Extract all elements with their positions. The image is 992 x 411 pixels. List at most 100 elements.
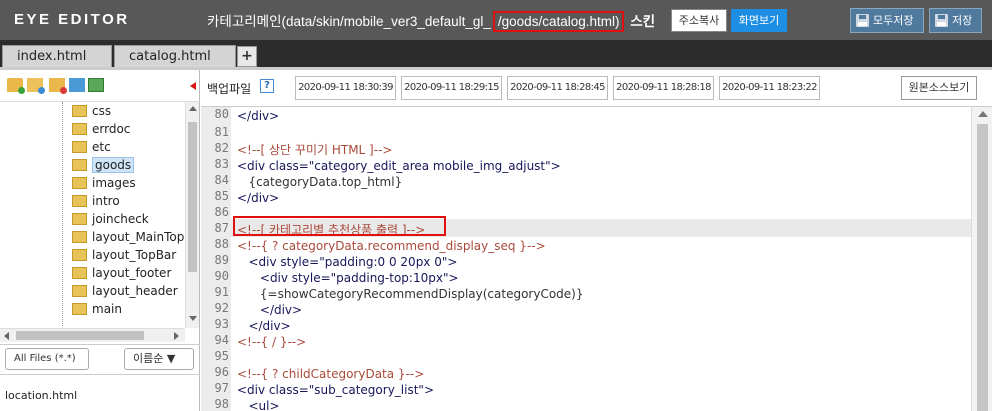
tab-catalog-html[interactable]: catalog.html [114,45,236,68]
scroll-thumb[interactable] [16,331,144,340]
tree-vertical-scrollbar[interactable] [185,102,199,328]
line-number: 90 [214,269,229,283]
view-screen-button[interactable]: 화면보기 [731,9,787,32]
upload-icon[interactable] [88,78,104,92]
editor-vertical-scrollbar[interactable] [971,107,992,411]
line-number: 89 [214,253,229,267]
save-all-label: 모두저장 [873,14,914,27]
app-title: EYE EDITOR [14,11,130,28]
code-editor[interactable]: 80 81 82 83 84 85 86 87 88 89 90 91 92 9… [201,107,992,411]
line-number: 80 [214,107,229,121]
folder-icon [72,105,87,117]
folder-icon [72,213,87,225]
backup-label: 백업파일 [207,82,252,96]
line-number: 91 [214,285,229,299]
new-folder-icon[interactable] [7,78,25,94]
line-number: 97 [214,381,229,395]
file-path-prefix: 카테고리메인(data/skin/mobile_ver3_default_gl_ [207,14,491,29]
new-file-icon[interactable] [27,78,45,94]
tree-item-layout-topbar[interactable]: layout_TopBar [72,246,176,264]
tree-horizontal-scrollbar[interactable] [0,328,185,342]
folder-icon [72,231,87,243]
line-number: 84 [214,173,229,187]
line-number: 86 [214,205,229,219]
folder-icon [72,267,87,279]
folder-icon [72,195,87,207]
folder-icon [72,123,87,135]
scroll-up-icon[interactable] [189,106,197,111]
file-path-suffix: 스킨 [626,14,656,29]
tree-item-joincheck[interactable]: joincheck [72,210,149,228]
folder-icon [72,141,87,153]
line-number: 85 [214,189,229,203]
backup-entry[interactable]: 2020-09-11 18:30:39 [295,76,396,100]
file-browser: css errdoc etc goods images intro joinch… [0,70,200,411]
line-number: 81 [214,125,229,139]
line-gutter: 80 81 82 83 84 85 86 87 88 89 90 91 92 9… [201,107,231,411]
code-line[interactable]: <ul> [237,397,279,411]
floppy-icon [935,14,948,27]
tree-guide-line [62,102,63,326]
backup-bar: 백업파일 ? 2020-09-11 18:30:39 2020-09-11 18… [201,70,992,107]
view-original-button[interactable]: 원본소스보기 [901,76,977,100]
folder-icon [72,249,87,261]
tree-item-errdoc[interactable]: errdoc [72,120,130,138]
tree-item-css[interactable]: css [72,102,111,120]
folder-icon [72,285,87,297]
folder-icon [72,177,87,189]
collapse-arrow-icon[interactable] [190,82,196,90]
sort-select[interactable]: 이름순 ▼ [124,348,194,370]
highlighted-comment-box [233,216,446,236]
code-line[interactable]: <!--{ / }--> [237,333,306,351]
save-label: 저장 [952,14,973,27]
add-tab-button[interactable]: + [237,46,257,67]
file-list: location.html [0,374,200,411]
save-button[interactable]: 저장 [929,8,982,33]
copy-address-button[interactable]: 주소복사 [671,9,727,32]
file-toolbar [0,70,200,102]
tab-bar: index.html catalog.html + [0,40,992,68]
file-path-highlight: /goods/catalog.html) [492,11,625,32]
tree-item-layout-maintop[interactable]: layout_MainTopI [72,228,188,246]
floppy-icon [856,14,869,27]
refresh-icon[interactable] [69,78,85,92]
line-number: 87 [214,221,229,235]
tree-item-layout-footer[interactable]: layout_footer [72,264,171,282]
line-number: 93 [214,317,229,331]
scroll-thumb[interactable] [977,124,988,411]
save-all-button[interactable]: 모두저장 [850,8,924,33]
scroll-left-icon[interactable] [4,332,9,340]
line-number: 96 [214,365,229,379]
scroll-down-icon[interactable] [189,316,197,321]
tree-item-layout-header[interactable]: layout_header [72,282,178,300]
line-number: 95 [214,349,229,363]
scroll-up-icon[interactable] [978,111,988,117]
line-number: 94 [214,333,229,347]
help-icon[interactable]: ? [260,79,274,93]
tree-item-goods[interactable]: goods [72,156,135,174]
file-item-location-html[interactable]: location.html [5,389,77,402]
file-path: 카테고리메인(data/skin/mobile_ver3_default_gl_… [207,10,656,32]
backup-entry[interactable]: 2020-09-11 18:23:22 [719,76,820,100]
file-filter-bar: All Files (*.*) 이름순 ▼ [0,344,200,374]
line-number: 98 [214,397,229,411]
scroll-thumb[interactable] [188,122,197,272]
code-line[interactable]: </div> [237,189,279,207]
tab-index-html[interactable]: index.html [2,45,112,68]
tree-item-intro[interactable]: intro [72,192,120,210]
line-number: 83 [214,157,229,171]
tree-item-etc[interactable]: etc [72,138,111,156]
app-header: EYE EDITOR 카테고리메인(data/skin/mobile_ver3_… [0,0,992,40]
tree-item-main[interactable]: main [72,300,122,318]
tree-item-images[interactable]: images [72,174,136,192]
backup-entry[interactable]: 2020-09-11 18:29:15 [401,76,502,100]
line-number: 92 [214,301,229,315]
backup-entry[interactable]: 2020-09-11 18:28:18 [613,76,714,100]
backup-entry[interactable]: 2020-09-11 18:28:45 [507,76,608,100]
folder-icon [72,303,87,315]
file-type-select[interactable]: All Files (*.*) [5,348,89,370]
delete-icon[interactable] [49,78,67,94]
code-line[interactable]: </div> [237,107,279,125]
scroll-right-icon[interactable] [174,332,179,340]
folder-icon [72,159,87,171]
